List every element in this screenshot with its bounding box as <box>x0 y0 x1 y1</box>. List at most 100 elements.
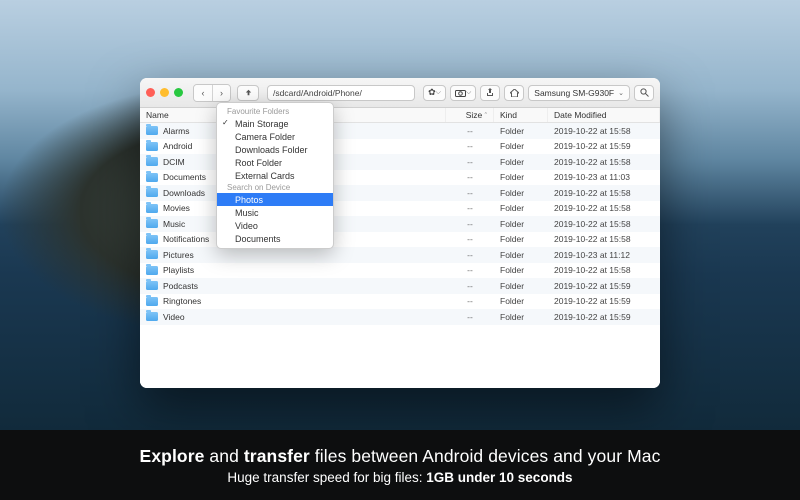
folder-icon <box>146 188 158 197</box>
file-kind: Folder <box>494 157 548 167</box>
file-date: 2019-10-22 at 15:59 <box>548 312 660 322</box>
table-row[interactable]: Video --Folder2019-10-22 at 15:59 <box>140 309 660 325</box>
file-size: -- <box>446 312 494 322</box>
file-kind: Folder <box>494 203 548 213</box>
dropdown-item[interactable]: Camera Folder <box>217 130 333 143</box>
home-button[interactable] <box>504 85 524 101</box>
share-icon <box>486 88 494 97</box>
table-row[interactable]: Playlists --Folder2019-10-22 at 15:58 <box>140 263 660 279</box>
column-size[interactable]: Size ˆ <box>446 108 494 122</box>
file-kind: Folder <box>494 312 548 322</box>
file-date: 2019-10-22 at 15:58 <box>548 203 660 213</box>
file-date: 2019-10-23 at 11:12 <box>548 250 660 260</box>
nav-back-forward: ‹ › <box>193 84 231 102</box>
file-kind: Folder <box>494 234 548 244</box>
chevron-down-icon: ⌵ <box>436 89 441 97</box>
file-name: Video <box>163 312 185 322</box>
column-date[interactable]: Date Modified <box>548 108 660 122</box>
file-size: -- <box>446 172 494 182</box>
column-kind[interactable]: Kind <box>494 108 548 122</box>
forward-button[interactable]: › <box>212 85 230 101</box>
chevron-down-icon: ⌵ <box>466 89 471 97</box>
file-date: 2019-10-22 at 15:58 <box>548 157 660 167</box>
file-name: Alarms <box>163 126 189 136</box>
file-date: 2019-10-22 at 15:58 <box>548 126 660 136</box>
folder-icon <box>146 142 158 151</box>
file-size: -- <box>446 234 494 244</box>
file-size: -- <box>446 219 494 229</box>
dropdown-item[interactable]: Main Storage <box>217 117 333 130</box>
file-date: 2019-10-22 at 15:59 <box>548 281 660 291</box>
file-name: Documents <box>163 172 206 182</box>
dropdown-item[interactable]: Music <box>217 206 333 219</box>
folder-icon <box>146 204 158 213</box>
home-icon <box>510 89 519 97</box>
folder-icon <box>146 312 158 321</box>
file-name: Playlists <box>163 265 194 275</box>
marketing-caption: Explore and transfer files between Andro… <box>0 430 800 500</box>
folder-icon <box>146 157 158 166</box>
back-button[interactable]: ‹ <box>194 85 212 101</box>
file-size: -- <box>446 265 494 275</box>
file-name: Notifications <box>163 234 209 244</box>
file-kind: Folder <box>494 188 548 198</box>
file-name: DCIM <box>163 157 185 167</box>
search-button[interactable] <box>634 85 654 101</box>
device-label: Samsung SM-G930F <box>534 88 614 98</box>
search-icon <box>640 88 649 97</box>
settings-button[interactable]: ✿ ⌵ <box>423 85 446 101</box>
file-kind: Folder <box>494 265 548 275</box>
file-name: Pictures <box>163 250 194 260</box>
file-date: 2019-10-22 at 15:58 <box>548 219 660 229</box>
dropdown-item[interactable]: Downloads Folder <box>217 143 333 156</box>
dropdown-item[interactable]: Video <box>217 219 333 232</box>
file-browser-window: ‹ › /sdcard/Android/Phone/ ✿ ⌵ ⌵ Samsung… <box>140 78 660 388</box>
dropdown-item[interactable]: Photos <box>217 193 333 206</box>
traffic-lights <box>146 88 183 97</box>
file-kind: Folder <box>494 250 548 260</box>
caption-line-1: Explore and transfer files between Andro… <box>140 446 661 467</box>
file-kind: Folder <box>494 219 548 229</box>
table-row[interactable]: Pictures --Folder2019-10-23 at 11:12 <box>140 247 660 263</box>
share-button[interactable] <box>480 85 500 101</box>
chevron-updown-icon: ⌄ <box>618 89 624 97</box>
sort-indicator-icon: ˆ <box>485 113 487 120</box>
folder-icon <box>146 281 158 290</box>
folder-icon <box>146 173 158 182</box>
minimize-button[interactable] <box>160 88 169 97</box>
favourites-dropdown: Favourite Folders Main StorageCamera Fol… <box>216 102 334 249</box>
folder-icon <box>146 126 158 135</box>
path-field[interactable]: /sdcard/Android/Phone/ <box>267 85 415 101</box>
file-name: Ringtones <box>163 296 201 306</box>
table-row[interactable]: Podcasts--Folder2019-10-22 at 15:59 <box>140 278 660 294</box>
dropdown-item[interactable]: Root Folder <box>217 156 333 169</box>
file-size: -- <box>446 188 494 198</box>
close-button[interactable] <box>146 88 155 97</box>
file-date: 2019-10-23 at 11:03 <box>548 172 660 182</box>
up-folder-button[interactable] <box>237 85 259 101</box>
device-selector[interactable]: Samsung SM-G930F ⌄ <box>528 85 630 101</box>
table-row[interactable]: Ringtones--Folder2019-10-22 at 15:59 <box>140 294 660 310</box>
folder-icon <box>146 297 158 306</box>
file-size: -- <box>446 250 494 260</box>
file-date: 2019-10-22 at 15:58 <box>548 234 660 244</box>
maximize-button[interactable] <box>174 88 183 97</box>
file-size: -- <box>446 126 494 136</box>
camera-button[interactable]: ⌵ <box>450 85 476 101</box>
file-size: -- <box>446 157 494 167</box>
file-name: Android <box>163 141 192 151</box>
file-name: Movies <box>163 203 190 213</box>
file-date: 2019-10-22 at 15:58 <box>548 265 660 275</box>
file-date: 2019-10-22 at 15:59 <box>548 141 660 151</box>
file-name: Podcasts <box>163 281 198 291</box>
file-date: 2019-10-22 at 15:59 <box>548 296 660 306</box>
caption-line-2: Huge transfer speed for big files: 1GB u… <box>227 470 572 485</box>
dropdown-item[interactable]: Documents <box>217 232 333 245</box>
dropdown-section-header: Search on Device <box>217 182 333 193</box>
folder-icon <box>146 219 158 228</box>
gear-icon: ✿ <box>428 87 436 98</box>
dropdown-item[interactable]: External Cards <box>217 169 333 182</box>
file-size: -- <box>446 281 494 291</box>
folder-icon <box>146 250 158 259</box>
file-name: Downloads <box>163 188 205 198</box>
